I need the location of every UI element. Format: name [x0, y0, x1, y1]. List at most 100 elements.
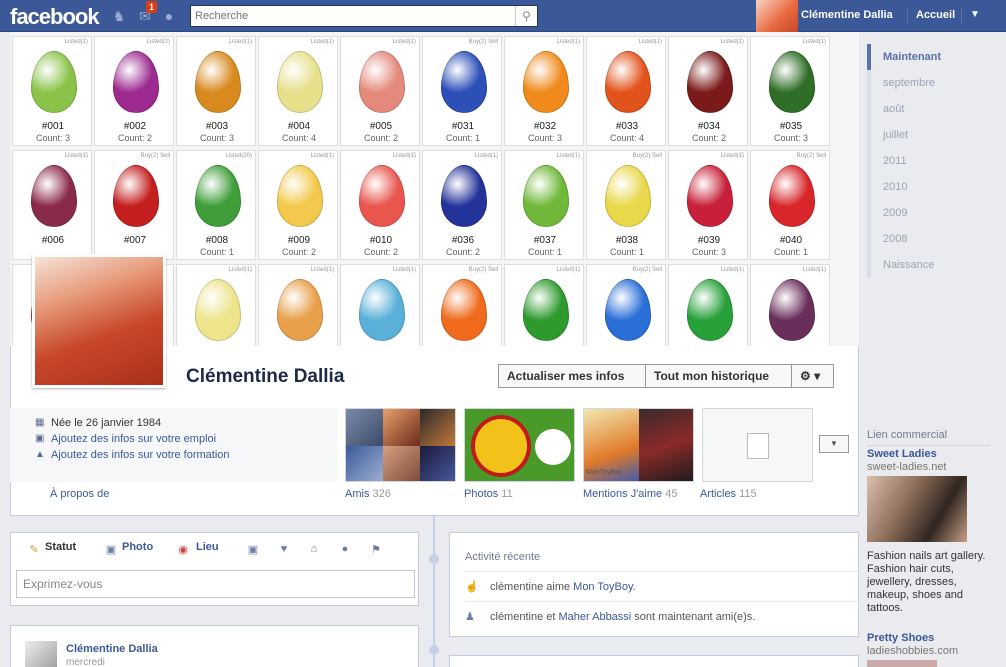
egg-tag: Listed(1) — [228, 267, 252, 273]
timeline-dot — [429, 554, 439, 564]
timeline-item-birth[interactable]: Naissance — [867, 252, 987, 278]
egg-card: Buy(2) Sell — [422, 264, 502, 346]
timeline-item-2010[interactable]: 2010 — [867, 174, 987, 200]
easter-egg-image — [605, 165, 651, 227]
search-input[interactable] — [191, 6, 511, 26]
ad-image[interactable] — [867, 476, 967, 542]
egg-number: #009 — [287, 235, 311, 246]
egg-count: Count: 3 — [773, 133, 809, 143]
settings-gear-icon[interactable]: ⚙ ▾ — [792, 364, 834, 388]
egg-number: #008 — [205, 235, 229, 246]
life-event-flag-icon[interactable]: ⚑ — [369, 543, 383, 557]
friend-requests-icon[interactable]: ♞ — [110, 7, 128, 25]
user-name-link[interactable]: Clémentine Dallia — [801, 9, 893, 21]
post-author-name[interactable]: Clémentine Dallia — [66, 643, 158, 655]
timeline-item-now[interactable]: Maintenant — [867, 44, 987, 70]
education-line[interactable]: ▲ Ajoutez des infos sur votre formation — [35, 449, 230, 461]
likes-thumbnail[interactable]: MonToyBoy — [583, 408, 694, 482]
egg-count: Count: 3 — [199, 133, 235, 143]
egg-tag: Buy(2) Sell — [632, 267, 662, 273]
timeline-item-2011[interactable]: 2011 — [867, 148, 987, 174]
profile-name[interactable]: Clémentine Dallia — [186, 366, 344, 388]
ad-title-sweet-ladies[interactable]: Sweet Ladies — [867, 448, 937, 460]
ad-site-pretty-shoes[interactable]: ladieshobbies.com — [867, 645, 958, 657]
tab-photo[interactable]: Photo — [122, 541, 153, 553]
life-event-health-icon[interactable]: ● — [338, 543, 352, 557]
timeline-item-august[interactable]: août — [867, 96, 987, 122]
egg-card: Listed(1) — [668, 264, 748, 346]
timeline-item-september[interactable]: septembre — [867, 70, 987, 96]
more-sections-dropdown-icon[interactable]: ▼ — [819, 435, 849, 453]
egg-count: Count: 4 — [281, 133, 317, 143]
post-timestamp[interactable]: mercredi — [66, 657, 105, 667]
photos-thumbnail[interactable] — [464, 408, 575, 482]
birthday-text: Née le 26 janvier 1984 — [51, 417, 162, 429]
about-link[interactable]: À propos de — [50, 488, 109, 500]
status-input[interactable]: Exprimez-vous — [16, 570, 415, 598]
add-job-link[interactable]: Ajoutez des infos sur votre emploi — [51, 433, 216, 445]
egg-number: #037 — [533, 235, 557, 246]
profile-picture[interactable] — [32, 254, 166, 388]
ad-site-sweet-ladies[interactable]: sweet-ladies.net — [867, 461, 947, 473]
articles-thumbnail[interactable] — [702, 408, 813, 482]
easter-egg-image — [195, 165, 241, 227]
tab-place[interactable]: Lieu — [196, 541, 219, 553]
add-education-link[interactable]: Ajoutez des infos sur votre formation — [51, 449, 230, 461]
easter-egg-image — [687, 51, 733, 113]
egg-count: Count: 1 — [445, 133, 481, 143]
easter-egg-image — [277, 279, 323, 341]
egg-count: Count: 2 — [691, 133, 727, 143]
photos-link[interactable]: Photos 11 — [464, 488, 513, 500]
easter-egg-image — [523, 51, 569, 113]
easter-egg-image — [277, 165, 323, 227]
life-event-briefcase-icon[interactable]: ▣ — [246, 543, 260, 557]
egg-card: Buy(2) Sell #007 — [94, 150, 174, 260]
activity-like-item: clémentine aime Mon ToyBoy. — [490, 581, 636, 593]
divider — [961, 8, 962, 24]
activity-friend-suffix: sont maintenant ami(e)s. — [631, 611, 756, 623]
job-line[interactable]: ▣ Ajoutez des infos sur votre emploi — [35, 433, 216, 445]
life-event-home-icon[interactable]: ⌂ — [307, 543, 321, 557]
timeline-item-july[interactable]: juillet — [867, 122, 987, 148]
easter-egg-image — [523, 165, 569, 227]
timeline-item-2008[interactable]: 2008 — [867, 226, 987, 252]
search-box: ⚲ — [190, 5, 538, 27]
status-pencil-icon: ✎ — [29, 544, 39, 556]
top-navigation-bar: facebook ♞ ✉ 1 ● ⚲ Clémentine Dallia Acc… — [0, 0, 1006, 32]
facebook-logo[interactable]: facebook — [10, 4, 100, 30]
egg-tag: Listed(1) — [392, 39, 416, 45]
ad-image[interactable] — [867, 660, 937, 667]
friends-link[interactable]: Amis 326 — [345, 488, 391, 500]
home-link[interactable]: Accueil — [916, 9, 955, 21]
tab-status[interactable]: Statut — [45, 541, 76, 553]
egg-count: Count: 3 — [527, 133, 563, 143]
ad-title-pretty-shoes[interactable]: Pretty Shoes — [867, 632, 934, 644]
egg-tag: Listed(1) — [638, 39, 662, 45]
timeline-item-2009[interactable]: 2009 — [867, 200, 987, 226]
likes-link[interactable]: Mentions J'aime 45 — [583, 488, 677, 500]
egg-card: Listed(1) #010 Count: 2 — [340, 150, 420, 260]
update-info-button[interactable]: Actualiser mes infos — [498, 364, 646, 388]
user-avatar[interactable] — [756, 0, 798, 32]
friends-thumbnail[interactable] — [345, 408, 456, 482]
egg-tag: Listed(1) — [64, 39, 88, 45]
easter-egg-image — [31, 51, 77, 113]
egg-tag: Buy(2) Sell — [468, 267, 498, 273]
articles-link[interactable]: Articles 115 — [700, 488, 757, 500]
life-event-heart-icon[interactable]: ♥ — [277, 543, 291, 557]
egg-tag: Listed(1) — [228, 39, 252, 45]
easter-egg-image — [687, 279, 733, 341]
post-author-avatar[interactable] — [25, 641, 57, 667]
notifications-globe-icon[interactable]: ● — [160, 7, 178, 25]
activity-friend-text: clémentine et — [490, 611, 559, 623]
search-icon[interactable]: ⚲ — [515, 6, 537, 26]
account-menu-chevron-icon[interactable]: ▼ — [970, 9, 980, 20]
egg-card: Listed(20) #008 Count: 1 — [176, 150, 256, 260]
calendar-icon: ▦ — [35, 417, 45, 428]
egg-card: Listed(1) #033 Count: 4 — [586, 36, 666, 146]
mon-toyboy-link[interactable]: Mon ToyBoy — [573, 581, 633, 593]
activity-log-button[interactable]: Tout mon historique — [646, 364, 792, 388]
maher-abbassi-link[interactable]: Maher Abbassi — [558, 611, 631, 623]
articles-label: Articles — [700, 488, 737, 500]
ad-description[interactable]: Fashion nails art gallery. Fashion hair … — [867, 550, 995, 615]
